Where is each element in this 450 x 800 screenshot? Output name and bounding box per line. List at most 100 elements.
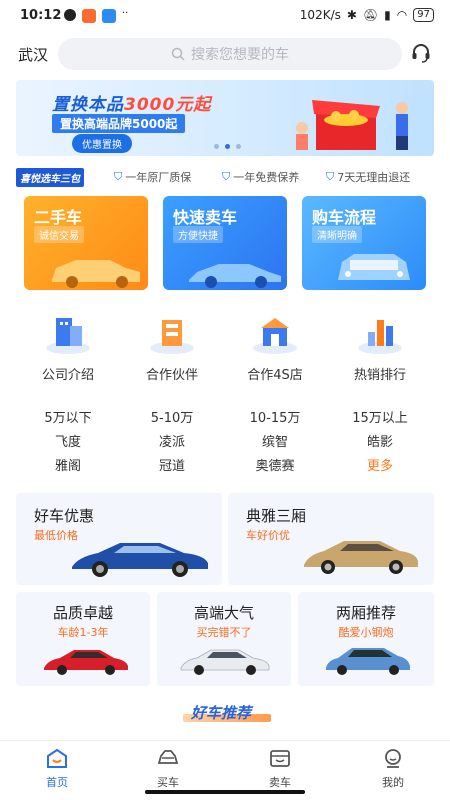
- promo-card-sedans[interactable]: 典雅三厢 车好价优: [228, 493, 434, 585]
- search-placeholder: 搜索您想要的车: [191, 47, 289, 63]
- filter-model-avancier[interactable]: 冠道: [122, 455, 222, 474]
- filter-price-5-10w[interactable]: 5-10万: [122, 407, 222, 426]
- promo-card-hatchback[interactable]: 两厢推荐 酷爱小钢炮: [298, 592, 434, 686]
- gold-sedan-image: [304, 541, 418, 574]
- city-selector[interactable]: 武汉: [18, 44, 48, 65]
- partners-icon: [150, 320, 194, 354]
- promo-card-premium[interactable]: 高端大气 买完错不了: [157, 592, 291, 686]
- search-icon: [171, 47, 185, 61]
- category-label: 热销排行: [353, 368, 406, 383]
- category-label: 合作4S店: [247, 368, 303, 383]
- signal-icon: ▮: [384, 8, 391, 22]
- filter-model-breeze[interactable]: 皓影: [330, 431, 430, 450]
- card-subtitle: 酷爱小钢炮: [338, 626, 394, 639]
- banner-button[interactable]: 优惠置换: [72, 134, 132, 153]
- blue-hatchback-image: [326, 648, 410, 675]
- filter-more-link[interactable]: 更多: [330, 455, 430, 474]
- upload-icon: [102, 9, 116, 23]
- guarantee-item: ⛉ 一年原厂质保: [114, 170, 192, 184]
- nav-sell-car[interactable]: 卖车: [230, 747, 330, 790]
- car-icon: [157, 750, 179, 764]
- banner-pager: [214, 144, 241, 149]
- section-title-text: 好车推荐: [191, 704, 252, 722]
- net-speed: 102K/s: [299, 8, 341, 22]
- promo-card-quality[interactable]: 品质卓越 车龄1-3年: [16, 592, 150, 686]
- bluetooth-icon: ✱: [346, 8, 357, 22]
- guarantee-item: ⛉ 一年免费保养: [222, 170, 300, 184]
- status-time: 10:12: [20, 8, 62, 23]
- red-sedan-image: [44, 650, 128, 675]
- category-4s-stores[interactable]: 合作4S店: [225, 308, 325, 383]
- top-bar: 武汉 搜索您想要的车: [0, 34, 450, 74]
- headset-icon[interactable]: [410, 42, 432, 64]
- shield-icon: ⛉: [222, 170, 231, 183]
- suv-icon: [52, 260, 140, 288]
- filter-model-vezel[interactable]: 缤智: [225, 431, 325, 450]
- filter-price-10-15w[interactable]: 10-15万: [225, 407, 325, 426]
- taobao-icon: [82, 9, 96, 23]
- card-title: 品质卓越: [52, 604, 113, 622]
- qq-icon: [64, 9, 76, 21]
- card-title: 两厢推荐: [335, 604, 396, 622]
- filter-model-odyssey[interactable]: 奥德赛: [225, 455, 325, 474]
- card-title: 好车优惠: [34, 507, 95, 525]
- gesture-bar: [145, 790, 305, 794]
- tile-subtitle: 诚信交易: [34, 226, 84, 243]
- blue-sedan-image: [72, 543, 208, 577]
- filter-price-under-5w[interactable]: 5万以下: [18, 407, 118, 426]
- nav-profile[interactable]: 我的: [343, 747, 443, 790]
- pager-dot[interactable]: [214, 144, 219, 149]
- tile-subtitle: 方便快捷: [173, 226, 223, 243]
- filter-model-fit[interactable]: 飞度: [18, 431, 118, 450]
- pager-dot[interactable]: [236, 144, 241, 149]
- white-sedan-image: [180, 649, 270, 675]
- shield-icon: ⛉: [114, 170, 123, 183]
- notification-icons: ··: [64, 9, 132, 23]
- status-bar: 10:12 ·· 102K/s ✱ 🔕︎ ▮ ◠ 97: [0, 0, 450, 32]
- nav-home[interactable]: 首页: [7, 747, 107, 790]
- silent-icon: 🔕︎: [362, 8, 379, 22]
- category-company-intro[interactable]: 公司介绍: [18, 308, 118, 383]
- car-front-icon: [338, 254, 410, 280]
- card-subtitle: 买完错不了: [196, 626, 252, 639]
- used-car-tile[interactable]: 二手车 诚信交易: [24, 196, 148, 290]
- card-title: 典雅三厢: [246, 507, 307, 525]
- banner-title: 置换本品3000元起: [52, 95, 212, 115]
- ranking-chart-icon: [358, 320, 402, 354]
- banner-subtitle: 置换高端品牌5000起: [52, 114, 186, 133]
- nav-label: 卖车: [269, 776, 291, 789]
- pager-dot-active[interactable]: [225, 144, 230, 149]
- more-dots-icon: ··: [122, 8, 129, 19]
- shield-icon: ⛉: [326, 170, 335, 183]
- profile-icon: [385, 749, 401, 768]
- tile-title: 购车流程: [312, 208, 377, 227]
- wifi-icon: ◠: [396, 8, 408, 22]
- sell-car-tile[interactable]: 快速卖车 方便快捷: [163, 196, 287, 290]
- promo-card-deals[interactable]: 好车优惠 最低价格: [16, 493, 222, 585]
- section-title-recommended: 好车推荐: [175, 702, 275, 726]
- card-subtitle: 车龄1-3年: [57, 626, 109, 639]
- purchase-process-tile[interactable]: 购车流程 清晰明确: [302, 196, 426, 290]
- card-subtitle: 车好价优: [246, 529, 290, 542]
- sell-icon: [270, 750, 290, 767]
- guarantee-strip: 喜悦选车三包 ⛉ 一年原厂质保 ⛉ 一年免费保养 ⛉ 7天无理由退还: [16, 166, 434, 188]
- banner-title-highlight: 3000元起: [124, 95, 212, 115]
- status-right: 102K/s ✱ 🔕︎ ▮ ◠ 97: [300, 8, 434, 22]
- search-input[interactable]: 搜索您想要的车: [58, 38, 402, 70]
- nav-label: 首页: [46, 776, 68, 789]
- category-label: 公司介绍: [41, 368, 94, 383]
- home-icon: [47, 748, 67, 768]
- tile-title: 二手车: [34, 208, 83, 227]
- nav-buy-car[interactable]: 买车: [118, 747, 218, 790]
- category-partners[interactable]: 合作伙伴: [122, 308, 222, 383]
- filter-price-over-15w[interactable]: 15万以上: [330, 407, 430, 426]
- guarantee-badge: 喜悦选车三包: [16, 168, 84, 187]
- filter-model-accord[interactable]: 雅阁: [18, 455, 118, 474]
- category-label: 合作伙伴: [145, 368, 198, 383]
- filter-model-crider[interactable]: 凌派: [122, 431, 222, 450]
- sedan-icon: [189, 264, 281, 288]
- category-hot-ranking[interactable]: 热销排行: [330, 308, 430, 383]
- promo-banner[interactable]: 置换本品3000元起 置换高端品牌5000起 优惠置换: [16, 80, 434, 156]
- gift-box-illustration: [296, 100, 408, 150]
- tile-title: 快速卖车: [173, 208, 238, 227]
